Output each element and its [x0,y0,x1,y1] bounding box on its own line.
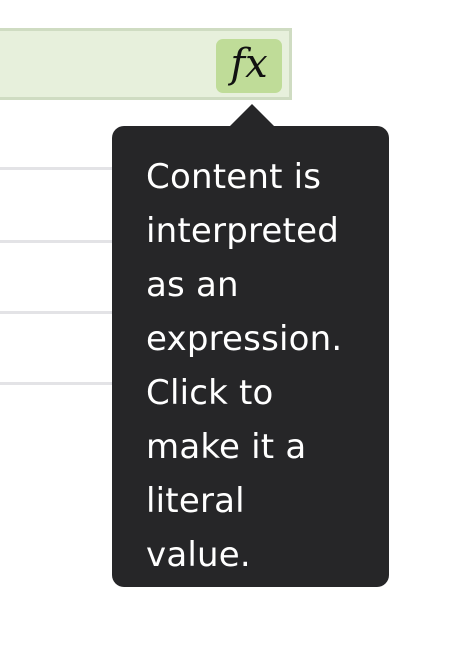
fx-toggle-button[interactable]: fx [216,39,282,93]
tooltip: Content is interpreted as an expression.… [112,126,389,587]
canvas: fx Content is interpreted as an expressi… [0,0,454,650]
tooltip-text: Content is interpreted as an expression.… [146,157,343,575]
function-fx-icon: fx [230,41,268,87]
tooltip-arrow [229,104,275,127]
expression-field[interactable]: fx [0,28,292,100]
